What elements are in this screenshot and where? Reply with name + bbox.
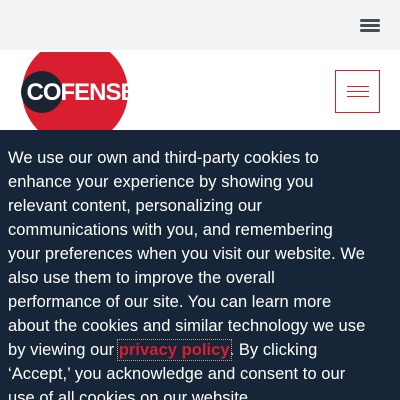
site-header: COFENSE [0,50,400,132]
cofense-logo[interactable]: COFENSE [20,52,130,132]
top-bar [0,0,400,50]
hamburger-icon [347,86,369,87]
main-menu-button[interactable] [335,70,380,113]
cookie-message: We use our own and third-party cookies t… [8,146,368,400]
cookie-consent-banner: We use our own and third-party cookies t… [0,130,400,400]
logo-text: COFENSE [26,79,130,106]
hamburger-icon[interactable] [360,16,380,34]
cookie-text-intro: We use our own and third-party cookies t… [8,149,366,359]
privacy-policy-link[interactable]: privacy policy [116,339,232,361]
